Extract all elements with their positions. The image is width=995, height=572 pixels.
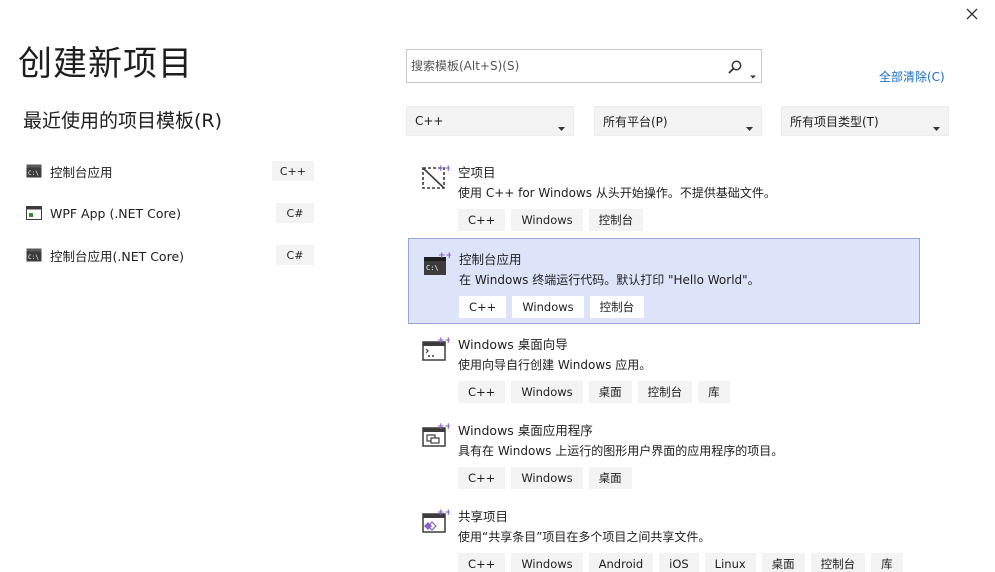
- chevron-down-icon: [746, 120, 753, 131]
- svg-text:++: ++: [437, 508, 450, 518]
- recent-item-label: WPF App (.NET Core): [50, 205, 181, 221]
- tag: 库: [871, 553, 903, 572]
- svg-text:C:\: C:\: [426, 264, 439, 272]
- empty-project-icon: ++: [420, 162, 452, 192]
- recent-item-label: 控制台应用(.NET Core): [50, 248, 185, 264]
- tag: 控制台: [637, 381, 693, 403]
- template-tags: C++ Windows 桌面 控制台 库: [458, 381, 736, 403]
- close-button[interactable]: [962, 4, 982, 24]
- wpf-window-icon: [26, 206, 42, 220]
- recent-item-console-cpp[interactable]: C:\ 控制台应用 C++: [20, 150, 320, 192]
- tag: iOS: [659, 553, 699, 572]
- platform-filter-value: 所有平台(P): [603, 114, 668, 129]
- project-type-filter[interactable]: 所有项目类型(T): [781, 106, 949, 136]
- tag: 控制台: [588, 209, 644, 231]
- svg-text:++: ++: [438, 251, 451, 261]
- search-icon[interactable]: [727, 59, 743, 75]
- console-icon: C:\: [26, 248, 42, 262]
- console-icon: C:\: [26, 164, 42, 178]
- platform-filter[interactable]: 所有平台(P): [594, 106, 762, 136]
- tag: 控制台: [810, 553, 866, 572]
- chevron-down-icon: [558, 120, 565, 131]
- clear-all-link[interactable]: 全部清除(C): [879, 68, 945, 85]
- search-input[interactable]: [411, 59, 721, 73]
- template-console-app[interactable]: C:\ ++ 控制台应用 在 Windows 终端运行代码。默认打印 "Hell…: [408, 238, 920, 324]
- template-name: Windows 桌面向导: [458, 337, 568, 352]
- console-app-icon: C:\ ++: [421, 249, 453, 279]
- tag: Windows: [511, 209, 583, 231]
- shared-project-icon: ++: [420, 506, 452, 536]
- template-name: 空项目: [458, 165, 496, 180]
- tag: Windows: [512, 296, 584, 318]
- template-empty-project[interactable]: ++ 空项目 使用 C++ for Windows 从头开始操作。不提供基础文件…: [408, 152, 920, 238]
- recent-item-wpf-app[interactable]: WPF App (.NET Core) C#: [20, 192, 320, 234]
- template-name: 共享项目: [458, 509, 509, 524]
- tag: Windows: [511, 381, 583, 403]
- language-badge: C++: [271, 161, 314, 181]
- tag: C++: [458, 467, 506, 489]
- recent-templates-list: C:\ 控制台应用 C++ WPF App (.NET Core) C# C:\…: [20, 150, 320, 276]
- tag: Windows: [511, 553, 583, 572]
- tag: C++: [458, 381, 506, 403]
- recent-templates-title: 最近使用的项目模板(R): [23, 110, 223, 132]
- tag: C++: [458, 209, 506, 231]
- tag: 桌面: [588, 467, 632, 489]
- template-description: 具有在 Windows 上运行的图形用户界面的应用程序的项目。: [458, 444, 784, 458]
- chevron-down-icon[interactable]: [749, 65, 757, 79]
- template-description: 使用向导自行创建 Windows 应用。: [458, 358, 652, 372]
- template-name: 控制台应用: [459, 252, 522, 267]
- language-filter-value: C++: [415, 114, 444, 128]
- tag: 库: [698, 381, 730, 403]
- recent-item-label: 控制台应用: [50, 164, 113, 180]
- template-description: 使用 C++ for Windows 从头开始操作。不提供基础文件。: [458, 186, 776, 200]
- template-shared-project[interactable]: ++ 共享项目 使用“共享条目”项目在多个项目之间共享文件。 C++ Windo…: [408, 496, 920, 572]
- chevron-down-icon: [933, 120, 940, 131]
- tag: C++: [459, 296, 507, 318]
- template-tags: C++ Windows 控制台: [459, 296, 650, 318]
- template-list: ++ 空项目 使用 C++ for Windows 从头开始操作。不提供基础文件…: [408, 152, 920, 572]
- language-badge: C#: [276, 203, 314, 223]
- tag: C++: [458, 553, 506, 572]
- desktop-app-icon: ++: [420, 420, 452, 450]
- template-desktop-app[interactable]: ++ Windows 桌面应用程序 具有在 Windows 上运行的图形用户界面…: [408, 410, 920, 496]
- search-box: [406, 49, 762, 83]
- recent-item-console-netcore[interactable]: C:\ 控制台应用(.NET Core) C#: [20, 234, 320, 276]
- template-tags: C++ Windows 控制台: [458, 209, 649, 231]
- language-badge: C#: [276, 245, 314, 265]
- project-type-filter-value: 所有项目类型(T): [790, 114, 879, 129]
- template-description: 在 Windows 终端运行代码。默认打印 "Hello World"。: [459, 273, 760, 287]
- template-tags: C++ Windows 桌面: [458, 467, 638, 489]
- tag: 桌面: [761, 553, 805, 572]
- close-icon: [966, 8, 978, 20]
- template-desktop-wizard[interactable]: ++ Windows 桌面向导 使用向导自行创建 Windows 应用。 C++…: [408, 324, 920, 410]
- desktop-wizard-icon: ++: [420, 334, 452, 364]
- tag: 桌面: [588, 381, 632, 403]
- template-description: 使用“共享条目”项目在多个项目之间共享文件。: [458, 530, 711, 544]
- svg-text:++: ++: [437, 164, 450, 174]
- template-tags: C++ Windows Android iOS Linux 桌面 控制台 库: [458, 553, 909, 572]
- svg-text:++: ++: [437, 422, 450, 432]
- page-title: 创建新项目: [18, 44, 193, 84]
- svg-text:C:\: C:\: [28, 254, 39, 261]
- tag: Windows: [511, 467, 583, 489]
- svg-text:C:\: C:\: [28, 170, 39, 177]
- tag: Linux: [704, 553, 756, 572]
- template-name: Windows 桌面应用程序: [458, 423, 593, 438]
- svg-text:++: ++: [437, 336, 450, 346]
- tag: Android: [588, 553, 654, 572]
- language-filter[interactable]: C++: [406, 106, 574, 136]
- tag: 控制台: [589, 296, 645, 318]
